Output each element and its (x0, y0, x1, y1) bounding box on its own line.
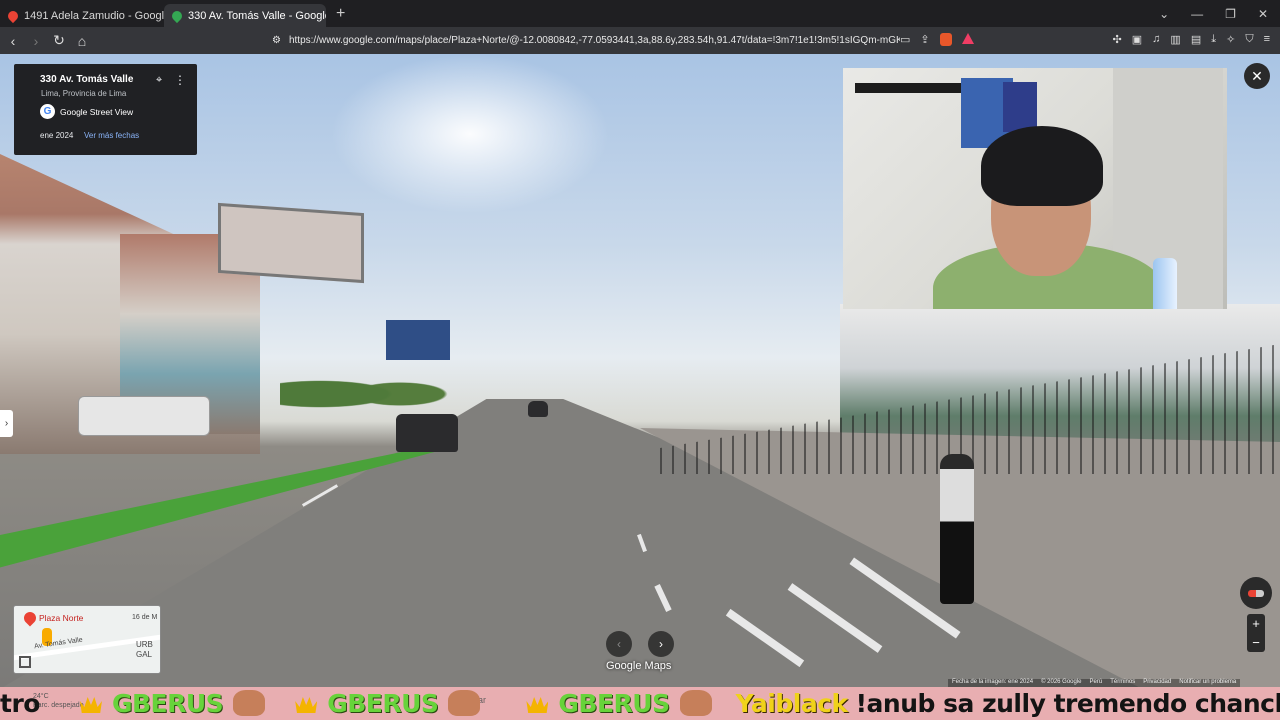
reload-icon[interactable]: ↻ (49, 32, 69, 49)
screen-icon[interactable]: ▭ (900, 33, 910, 46)
next-arrow-icon[interactable]: › (648, 631, 674, 657)
close-window-icon[interactable]: ✕ (1258, 7, 1268, 21)
screenshot-icon[interactable]: ▣ (1132, 33, 1142, 46)
capture-date: ene 2024 (40, 131, 74, 140)
billboard-blue (386, 320, 450, 360)
leo-icon[interactable]: ✧ (1226, 33, 1235, 46)
minimize-icon[interactable]: — (1191, 7, 1203, 21)
maps-pin-icon (5, 8, 21, 23)
emote-icon (448, 690, 481, 716)
street-view-source: G Google Street View (40, 104, 133, 119)
forward-icon[interactable]: › (26, 33, 46, 49)
compass-icon[interactable] (1240, 577, 1272, 609)
maps-pin-icon (169, 8, 185, 23)
wall-rack (855, 83, 965, 163)
trees (280, 364, 480, 414)
webcam-overlay (843, 68, 1227, 309)
sun-glare (330, 54, 610, 214)
van (78, 396, 210, 436)
source-label: Google Street View (60, 106, 134, 117)
car (396, 414, 458, 452)
zoom-out-icon[interactable]: − (1252, 635, 1260, 650)
download-icon[interactable]: ⤓ (1211, 33, 1216, 46)
streamer-hair (981, 126, 1103, 206)
place-info-card: 330 Av. Tomás Valle Lima, Provincia de L… (14, 64, 197, 155)
more-dates-link[interactable]: Ver más fechas (84, 131, 139, 140)
site-info-icon[interactable]: ⚙ (272, 35, 281, 46)
zoom-in-icon[interactable]: + (1252, 616, 1260, 631)
vpn-icon[interactable]: ⛉ (1245, 33, 1253, 46)
minimap-place-label: Plaza Norte (39, 613, 84, 623)
ticker-username: Yaiblack (735, 688, 849, 718)
tab-list-icon[interactable]: ⌄ (1159, 7, 1169, 21)
pedestrian (940, 454, 974, 604)
url-actions: ▭ ⇪ (900, 33, 974, 46)
minimap[interactable]: Plaza Norte 16 de M Av. Tomás Valle URB … (13, 605, 161, 674)
brave-shields-icon[interactable] (939, 33, 952, 46)
share-icon[interactable]: ⇪ (920, 33, 929, 46)
more-options-icon[interactable]: ⋮ (174, 73, 186, 87)
extensions-icon[interactable]: ✣ (1113, 33, 1122, 46)
minimap-area-label: URB GAL (136, 640, 153, 660)
media-icon[interactable]: ♫ (1152, 33, 1160, 46)
ticker-username: GBERUS (558, 688, 670, 718)
brave-rewards-icon[interactable] (961, 33, 974, 44)
back-icon[interactable]: ‹ (3, 33, 23, 49)
tab-tomas-valle[interactable]: 330 Av. Tomás Valle - Google M... ✕ (164, 4, 326, 27)
google-icon: G (40, 104, 55, 119)
car (528, 401, 548, 417)
sidebar-icon[interactable]: ▥ (1170, 33, 1180, 46)
new-tab-icon[interactable]: + (336, 5, 345, 23)
ticker-row: tro GBERUS GBERUS GBERUS Yaiblack !anub … (0, 688, 1280, 718)
area-line-2: GAL (136, 650, 153, 659)
ticker-message: !anub sa zully tremendo chanchaso (855, 688, 1280, 718)
ticker-username: GBERUS (111, 688, 224, 718)
billboard (218, 202, 364, 284)
home-icon[interactable]: ⌂ (72, 33, 92, 49)
compass-needle (1248, 589, 1264, 597)
window-controls: ⌄ — ❐ ✕ (1159, 0, 1280, 27)
tab-adela-zamudio[interactable]: 1491 Adela Zamudio - Google Maps (0, 4, 164, 27)
area-line-1: URB (136, 640, 153, 649)
previous-arrow-icon[interactable]: ‹ (606, 631, 632, 657)
crown-icon (526, 697, 549, 713)
menu-icon[interactable]: ≡ (1264, 33, 1270, 46)
restore-icon[interactable]: ❐ (1225, 7, 1236, 21)
emote-icon (679, 690, 712, 716)
place-address: 330 Av. Tomás Valle (40, 74, 134, 85)
place-city: Lima, Provincia de Lima (41, 89, 127, 98)
extension-icons: ✣ ▣ ♫ ▥ ▤ ⤓ ✧ ⛉ ≡ (1113, 33, 1270, 46)
place-pin-icon (21, 609, 39, 627)
close-street-view-button[interactable]: ✕ (1244, 63, 1270, 89)
crown-icon (79, 697, 102, 713)
ticker-username: GBERUS (327, 688, 439, 718)
url-text: https://www.google.com/maps/place/Plaza+… (288, 35, 900, 46)
emote-icon (233, 690, 266, 716)
google-maps-label: Google Maps (606, 660, 672, 672)
zoom-control: + − (1247, 614, 1265, 652)
tab-title: 1491 Adela Zamudio - Google Maps (24, 9, 164, 22)
poster (1003, 82, 1037, 132)
wallet-icon[interactable]: ▤ (1191, 33, 1201, 46)
water-bottle (1153, 258, 1177, 309)
crown-icon (295, 697, 318, 713)
street-view-nav: ‹ › (606, 631, 674, 657)
expand-minimap-icon[interactable] (19, 656, 31, 668)
minimap-corner-label: 16 de M (132, 614, 158, 621)
ticker-text: tro (0, 688, 40, 718)
location-pin-icon[interactable]: ⌖ (156, 74, 162, 87)
browser-tab-bar: 1491 Adela Zamudio - Google Maps 330 Av.… (0, 0, 1280, 27)
url-field[interactable]: ⚙ https://www.google.com/maps/place/Plaz… (272, 31, 900, 50)
expand-side-panel-button[interactable]: › (0, 410, 13, 437)
tab-title: 330 Av. Tomás Valle - Google M... (188, 9, 326, 22)
chat-ticker: 24°C Parc. despejado Buscar tro GBERUS G… (0, 687, 1280, 720)
browser-toolbar: ‹ › ↻ ⌂ ⚙ https://www.google.com/maps/pl… (0, 27, 1280, 54)
